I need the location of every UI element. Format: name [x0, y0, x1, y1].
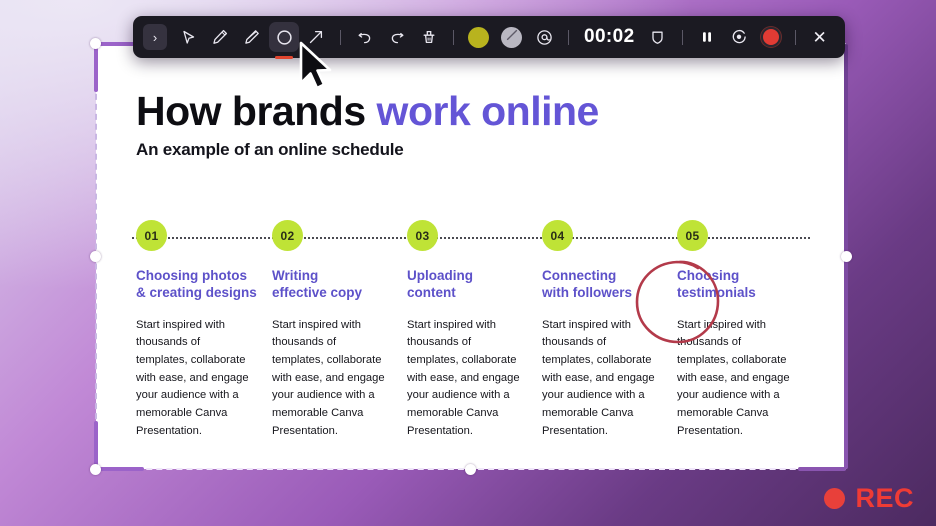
mention-button[interactable] [529, 22, 559, 52]
restart-icon [730, 28, 748, 46]
step-heading-03: Uploading content [407, 268, 473, 301]
step-item-04[interactable]: 04 Connecting with followers Start inspi… [542, 220, 670, 440]
toolbar-divider-3 [568, 29, 569, 45]
highlighter-icon [243, 28, 261, 46]
pen-icon [211, 28, 229, 46]
step-body-02: Start inspired with thousands of templat… [272, 318, 385, 437]
step-heading-05: Choosing testimonials [677, 268, 756, 301]
pen-tool[interactable] [205, 22, 235, 52]
record-button[interactable] [760, 27, 781, 47]
step-badge-01: 01 [136, 220, 167, 251]
pause-icon [699, 29, 715, 45]
toolbar-divider-4 [681, 29, 683, 45]
pause-button[interactable] [692, 22, 722, 52]
shield-icon [649, 29, 666, 46]
screen-recorder-overlay: How brands work online An example of an … [0, 0, 936, 526]
clear-all-button[interactable] [414, 22, 444, 52]
close-icon: ✕ [812, 27, 827, 47]
page-subtitle: An example of an online schedule [136, 140, 404, 159]
step-body-04: Start inspired with thousands of templat… [542, 318, 655, 437]
steps-row: 01 Choosing photos & creating designs St… [136, 220, 826, 450]
step-body-03: Start inspired with thousands of templat… [407, 318, 520, 437]
step-badge-02: 02 [272, 220, 303, 251]
step-heading-04: Connecting with followers [542, 268, 633, 301]
recording-label: REC [855, 483, 914, 513]
step-badge-05: 05 [677, 220, 708, 251]
recording-indicator: REC [824, 483, 914, 514]
shape-tool[interactable] [269, 22, 299, 59]
undo-button[interactable] [350, 22, 380, 52]
eraser-broom-icon [420, 28, 438, 46]
privacy-shield-button[interactable] [643, 22, 673, 52]
recording-dot-icon [824, 488, 846, 509]
cursor-arrow-icon [180, 29, 197, 46]
recording-toolbar: › 00:02 ✕ [133, 16, 845, 59]
color-swatch-button[interactable] [468, 26, 489, 48]
step-badge-04: 04 [542, 220, 573, 251]
at-mention-icon [535, 28, 554, 47]
arrow-tool[interactable] [301, 22, 331, 52]
highlighter-tool[interactable] [237, 22, 267, 52]
step-body-05: Start inspired with thousands of templat… [677, 318, 790, 437]
step-item-05[interactable]: 05 Choosing testimonials Start inspired … [677, 220, 805, 440]
presentation-slide[interactable]: How brands work online An example of an … [96, 44, 846, 469]
step-body-01: Start inspired with thousands of templat… [136, 318, 249, 437]
step-item-01[interactable]: 01 Choosing photos & creating designs St… [136, 220, 264, 440]
chevron-right-icon: › [152, 29, 158, 45]
stroke-width-button[interactable] [501, 26, 522, 48]
step-heading-01: Choosing photos & creating designs [136, 268, 257, 301]
toolbar-divider-1 [340, 29, 341, 45]
arrow-up-right-icon [307, 28, 325, 46]
toolbar-divider-5 [794, 29, 796, 45]
page-title: How brands work online [136, 91, 599, 132]
redo-button[interactable] [382, 22, 412, 52]
close-button[interactable]: ✕ [805, 22, 835, 52]
step-heading-02: Writing effective copy [272, 268, 363, 301]
stroke-width-icon [504, 27, 520, 48]
circle-shape-icon [275, 28, 294, 47]
page-title-primary: How brands [136, 88, 366, 134]
recording-timer: 00:02 [584, 26, 635, 47]
select-tool[interactable] [173, 22, 203, 52]
expand-toolbar-button[interactable]: › [143, 24, 167, 50]
undo-icon [356, 28, 374, 46]
restart-button[interactable] [724, 22, 754, 52]
redo-icon [388, 28, 406, 46]
step-item-03[interactable]: 03 Uploading content Start inspired with… [407, 220, 535, 440]
toolbar-divider-2 [453, 29, 454, 45]
step-item-02[interactable]: 02 Writing effective copy Start inspired… [272, 220, 400, 440]
step-badge-03: 03 [407, 220, 438, 251]
page-title-accent: work online [376, 88, 600, 134]
